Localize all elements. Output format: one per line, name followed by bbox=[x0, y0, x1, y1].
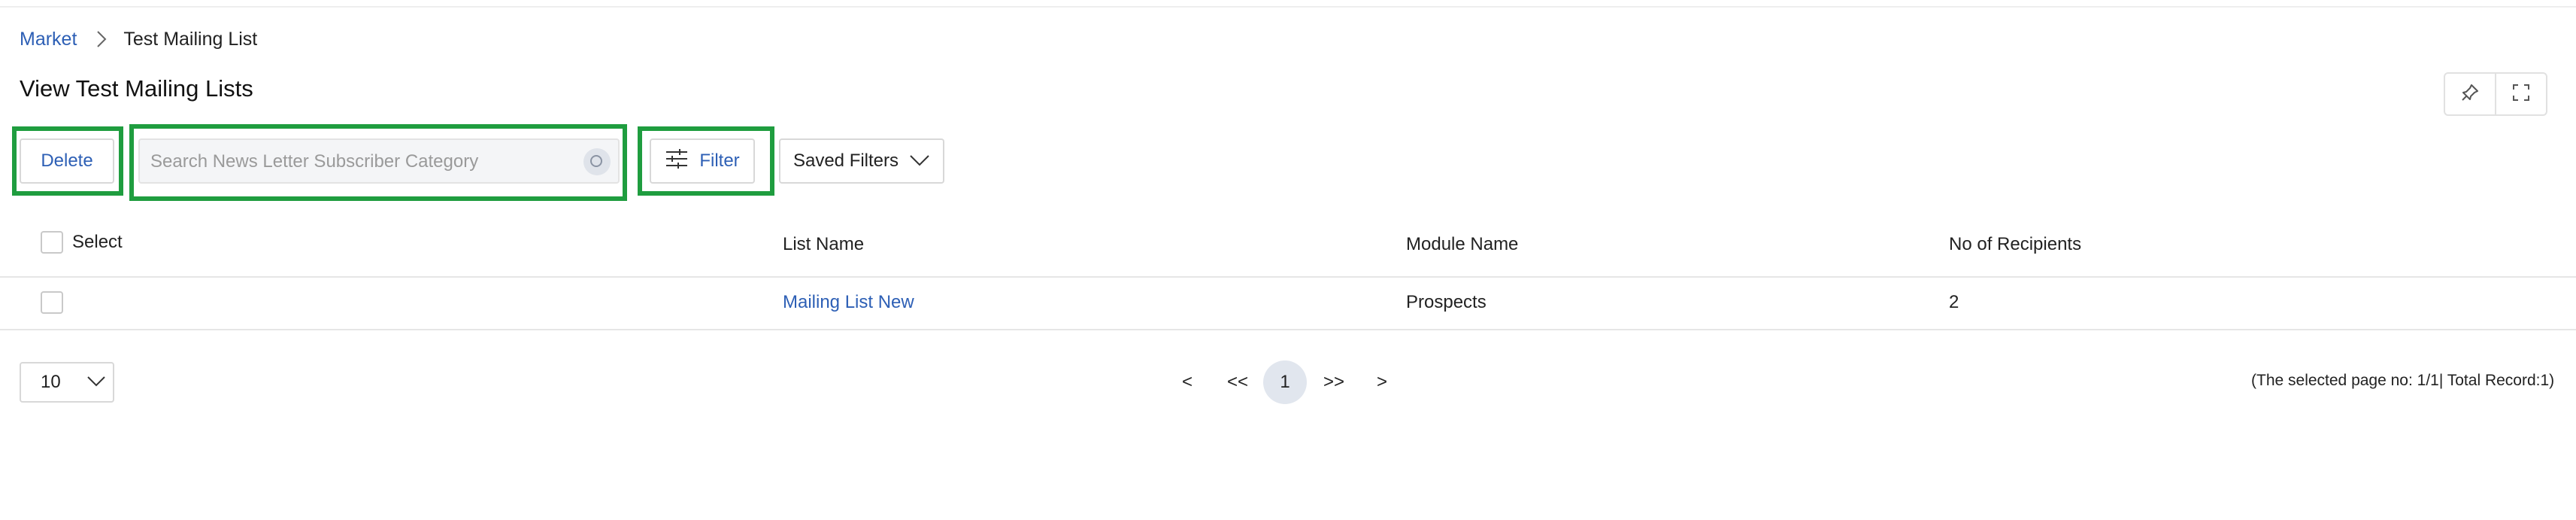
delete-button[interactable]: Delete bbox=[20, 138, 114, 184]
filter-button[interactable]: Filter bbox=[650, 138, 755, 184]
first-page-button[interactable]: << bbox=[1223, 361, 1253, 403]
saved-filters-dropdown[interactable]: Saved Filters bbox=[779, 138, 944, 184]
saved-filters-label: Saved Filters bbox=[792, 151, 899, 171]
row-checkbox[interactable] bbox=[41, 291, 63, 314]
next-page-button[interactable]: > bbox=[1371, 361, 1393, 403]
pin-icon bbox=[2460, 83, 2480, 106]
search-box bbox=[138, 138, 620, 184]
table-row-select-cell bbox=[41, 290, 63, 315]
chevron-right-icon bbox=[96, 30, 107, 48]
page-title: View Test Mailing Lists bbox=[20, 75, 253, 102]
filter-label: Filter bbox=[699, 151, 740, 171]
recipients-cell: 2 bbox=[1949, 292, 1959, 312]
breadcrumb-current: Test Mailing List bbox=[123, 28, 258, 50]
breadcrumb: Market Test Mailing List bbox=[20, 26, 257, 53]
list-name-link[interactable]: Mailing List New bbox=[783, 290, 914, 315]
top-divider bbox=[0, 6, 2576, 8]
row-divider bbox=[0, 329, 2576, 330]
page-size-select[interactable]: 10 bbox=[20, 362, 114, 403]
last-page-button[interactable]: >> bbox=[1319, 361, 1349, 403]
search-icon[interactable] bbox=[583, 148, 611, 175]
header-divider bbox=[0, 276, 2576, 278]
fullscreen-button[interactable] bbox=[2495, 72, 2547, 116]
column-header-select: Select bbox=[72, 232, 123, 252]
chevron-down-icon bbox=[909, 151, 930, 172]
select-all-cell: Select bbox=[41, 231, 123, 254]
page-size-value: 10 bbox=[41, 372, 61, 392]
expand-icon bbox=[2511, 83, 2531, 106]
search-input[interactable] bbox=[140, 140, 573, 184]
column-header-recipients[interactable]: No of Recipients bbox=[1949, 234, 2081, 255]
breadcrumb-market-link[interactable]: Market bbox=[20, 29, 77, 50]
current-page-button[interactable]: 1 bbox=[1263, 360, 1307, 404]
sliders-icon bbox=[665, 147, 689, 175]
module-name-cell: Prospects bbox=[1406, 292, 1487, 312]
prev-page-button[interactable]: < bbox=[1176, 361, 1199, 403]
chevron-down-icon bbox=[86, 372, 106, 393]
column-header-module-name[interactable]: Module Name bbox=[1406, 234, 1518, 255]
pagination-summary: (The selected page no: 1/1| Total Record… bbox=[2251, 372, 2555, 389]
column-header-list-name[interactable]: List Name bbox=[783, 234, 864, 255]
pin-button[interactable] bbox=[2444, 72, 2496, 116]
select-all-checkbox[interactable] bbox=[41, 231, 63, 254]
